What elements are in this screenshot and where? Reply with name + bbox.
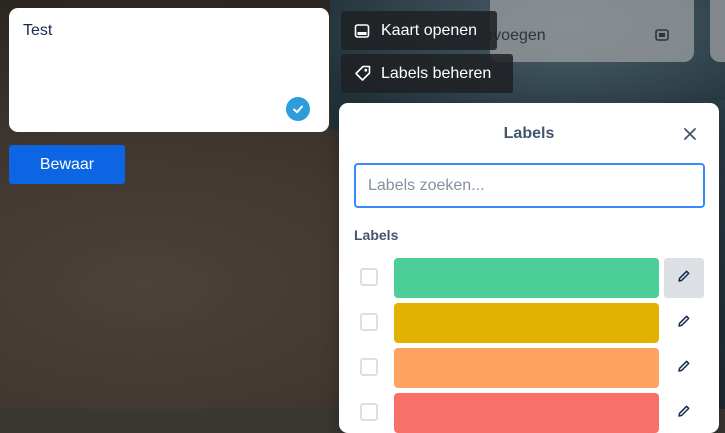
card-icon: [353, 22, 371, 40]
check-icon: [286, 97, 310, 121]
manage-labels-button[interactable]: Labels beheren: [341, 54, 513, 93]
label-color-swatch[interactable]: [394, 303, 659, 343]
label-row: [339, 348, 719, 388]
label-checkbox[interactable]: [360, 403, 378, 421]
pencil-icon: [677, 359, 691, 378]
label-color-swatch[interactable]: [394, 348, 659, 388]
label-search-input[interactable]: [354, 163, 705, 208]
open-card-button[interactable]: Kaart openen: [341, 11, 497, 50]
pencil-icon: [677, 404, 691, 423]
label-row: [339, 393, 719, 433]
tag-icon: [353, 65, 371, 83]
close-icon[interactable]: [679, 123, 701, 145]
edit-label-button[interactable]: [664, 393, 704, 433]
label-row: [339, 303, 719, 343]
label-checkbox[interactable]: [360, 313, 378, 331]
label-color-swatch[interactable]: [394, 393, 659, 433]
save-button[interactable]: Bewaar: [9, 145, 125, 184]
pencil-icon: [677, 314, 691, 333]
labels-section-title: Labels: [354, 227, 399, 243]
open-card-label: Kaart openen: [381, 21, 478, 39]
edit-label-button[interactable]: [664, 303, 704, 343]
edit-label-button[interactable]: [664, 348, 704, 388]
edit-label-button[interactable]: [664, 258, 704, 298]
popover-title: Labels: [503, 125, 555, 142]
manage-labels-label: Labels beheren: [381, 64, 492, 82]
card-title-text[interactable]: Test: [23, 22, 52, 40]
labels-popover: Labels Labels: [339, 103, 719, 433]
label-row: [339, 258, 719, 298]
pencil-icon: [677, 269, 691, 288]
card-editor[interactable]: Test: [9, 8, 329, 132]
label-checkbox[interactable]: [360, 268, 378, 286]
label-checkbox[interactable]: [360, 358, 378, 376]
label-color-swatch[interactable]: [394, 258, 659, 298]
